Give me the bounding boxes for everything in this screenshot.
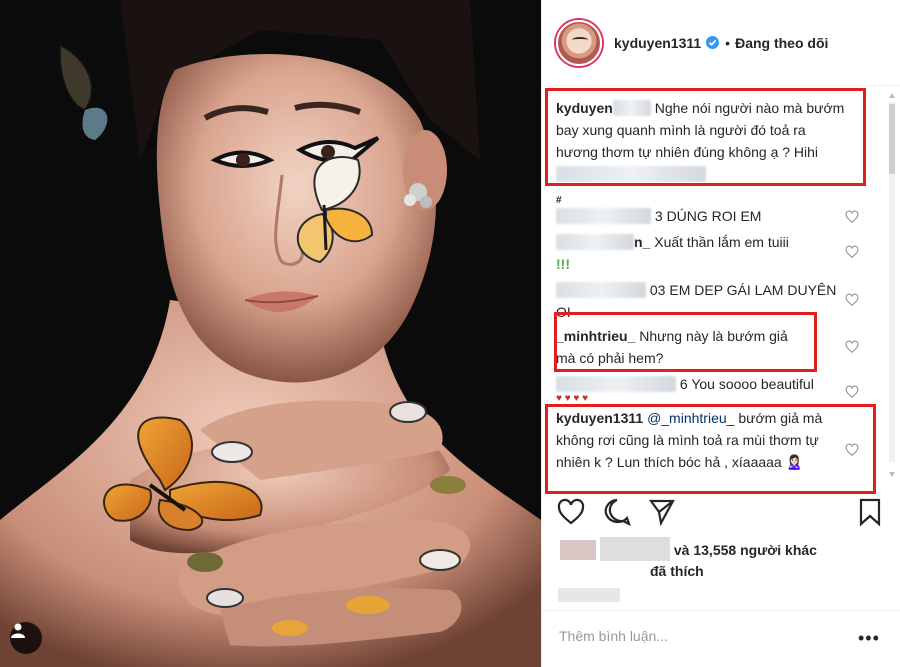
portrait-image <box>0 0 541 667</box>
post-sidebar: kyduyen1311 • Đang theo dõi kyduyen Nghe… <box>541 0 900 667</box>
redacted-liker <box>600 537 670 561</box>
comment-text: !!! <box>556 256 570 272</box>
avatar[interactable] <box>556 19 602 66</box>
post-actions <box>542 497 900 533</box>
comment-item: 3 DÚNG ROI EM <box>556 205 846 227</box>
highlight-box <box>554 312 817 372</box>
like-count[interactable]: và 13,558 người khác đã thích <box>560 537 817 581</box>
bookmark-icon[interactable] <box>855 497 885 527</box>
heart-icon[interactable] <box>845 293 859 307</box>
like-count-text: và 13,558 người khác <box>673 542 817 558</box>
redacted-username <box>556 208 651 224</box>
like-count-text: đã thích <box>650 563 704 579</box>
comment-username[interactable]: n_ <box>634 234 650 250</box>
heart-icon[interactable] <box>845 340 859 354</box>
user-tag-icon[interactable] <box>10 622 42 654</box>
heart-icon[interactable] <box>845 245 859 259</box>
share-icon[interactable] <box>646 497 676 527</box>
following-button[interactable]: Đang theo dõi <box>735 35 828 51</box>
highlight-box <box>545 404 876 494</box>
emoji-row: ♥ ♥ ♥ ♥ <box>556 393 589 404</box>
add-comment-input[interactable]: Thêm bình luận... <box>559 628 668 644</box>
header-separator: • <box>725 34 731 51</box>
post-photo[interactable] <box>0 0 541 667</box>
redacted-timestamp <box>558 588 620 602</box>
more-icon[interactable]: ••• <box>858 628 880 649</box>
post-username[interactable]: kyduyen1311 <box>614 35 701 51</box>
comment-text: You soooo beautiful <box>691 376 814 392</box>
comment-text: Xuất thần lắm em tuiii <box>654 234 789 250</box>
redacted-liker <box>560 540 596 560</box>
redacted-username <box>556 376 676 392</box>
post-header: kyduyen1311 • Đang theo dõi <box>542 0 900 86</box>
comment-text: 6 <box>679 376 688 392</box>
heart-icon[interactable] <box>845 385 859 399</box>
comment-text: 3 DÚNG ROI EM <box>654 208 762 224</box>
comment-scrollbar[interactable] <box>888 92 896 482</box>
redacted-username <box>556 234 634 250</box>
highlight-box <box>545 88 866 186</box>
comment-item: 6 You soooo beautiful <box>556 373 846 395</box>
verified-icon <box>706 36 720 49</box>
divider <box>542 610 900 611</box>
comment-icon[interactable] <box>602 497 632 527</box>
comment-item: n_ Xuất thần lắm em tuiii !!! <box>556 231 846 275</box>
comment-text: 03 <box>649 282 666 298</box>
heart-icon[interactable] <box>845 210 859 224</box>
heart-icon[interactable] <box>556 497 586 527</box>
redacted-username <box>556 282 646 298</box>
